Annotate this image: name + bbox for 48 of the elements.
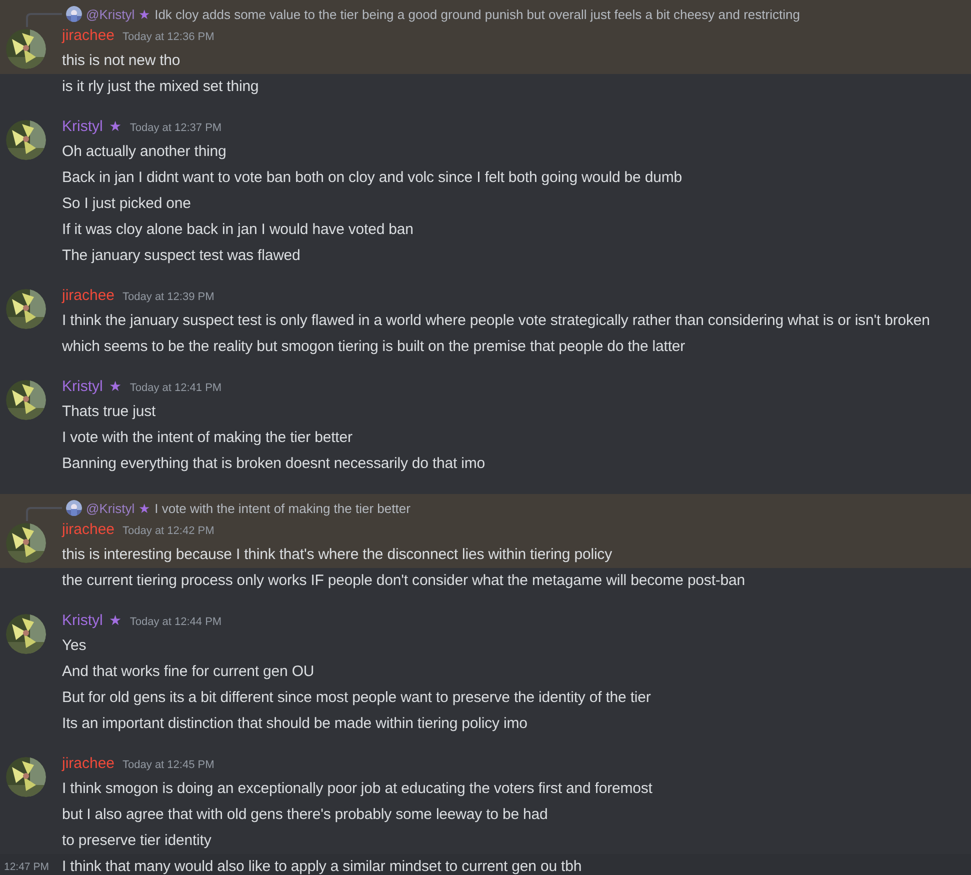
timestamp: Today at 12:39 PM [122, 291, 214, 303]
timestamp: Today at 12:42 PM [122, 525, 214, 537]
reply-connector [26, 507, 62, 521]
message-text: but I also agree that with old gens there's probably some leeway to be had [62, 805, 549, 825]
message-text: this is interesting because I think that's where the disconnect lies within tiering policy [62, 545, 613, 565]
author-name[interactable]: Kristyl [62, 378, 103, 395]
message-text: So I just picked one [62, 194, 192, 214]
reply-author[interactable]: @Kristyl [86, 6, 135, 22]
reply-connector [26, 13, 62, 27]
author-name[interactable]: jirachee [62, 287, 115, 304]
timestamp: Today at 12:45 PM [122, 759, 214, 771]
star-label: ★ [108, 378, 122, 394]
timestamp: Today at 12:37 PM [130, 122, 222, 134]
message-text: Thats true just [62, 402, 157, 422]
message-text: If it was cloy alone back in jan I would have voted ban [62, 220, 414, 240]
timestamp: Today at 12:44 PM [130, 616, 222, 628]
star-label: ★ [108, 612, 122, 628]
message-text: the current tiering process only works IF people don't consider what the metagame will become post-ban [62, 571, 746, 591]
message-text: Banning everything that is broken doesnt necessarily do that imo [62, 454, 486, 474]
message-text: Back in jan I didnt want to vote ban both on cloy and volc since I felt both going would be dumb [62, 168, 683, 188]
message-text: this is not new tho [62, 51, 182, 71]
reply-preview[interactable]: Idk cloy adds some value to the tier being a good ground punish but overall just feels a bit cheesy and restricting [154, 6, 800, 22]
message-text: Oh actually another thing [62, 142, 228, 162]
author-name[interactable]: Kristyl [62, 118, 103, 135]
author-name[interactable]: jirachee [62, 521, 115, 538]
star-label: ★ [138, 500, 151, 516]
message-text: And that works fine for current gen OU [62, 662, 316, 682]
message-text: I think the january suspect test is only flawed in a world where people vote strategically rather than considering what is or isn't broken [62, 311, 931, 331]
message-text: Its an important distinction that should be made within tiering policy imo [62, 714, 528, 734]
timestamp: 12:47 PM [4, 861, 49, 873]
message-text: But for old gens its a bit different since most people want to preserve the identity of the tier [62, 688, 652, 708]
message-text: I think that many would also like to apply a similar mindset to current gen ou tbh [62, 857, 583, 875]
timestamp: Today at 12:41 PM [130, 382, 222, 394]
message-text: The january suspect test was flawed [62, 246, 302, 266]
message-text: Yes [62, 636, 88, 656]
author-name[interactable]: jirachee [62, 755, 115, 772]
author-name[interactable]: Kristyl [62, 612, 103, 629]
message-text: I think smogon is doing an exceptionally poor job at educating the voters first and foremost [62, 779, 654, 799]
author-name[interactable]: jirachee [62, 27, 115, 44]
message-text: is it rly just the mixed set thing [62, 77, 260, 97]
timestamp: Today at 12:36 PM [122, 31, 214, 43]
star-label: ★ [108, 118, 122, 134]
reply-author[interactable]: @Kristyl [86, 500, 135, 516]
message-text: I vote with the intent of making the tier better [62, 428, 354, 448]
message-text: to preserve tier identity [62, 831, 212, 851]
message-text: which seems to be the reality but smogon tiering is built on the premise that people do the latter [62, 337, 686, 357]
star-label: ★ [138, 6, 151, 22]
reply-preview[interactable]: I vote with the intent of making the tier better [154, 500, 410, 516]
